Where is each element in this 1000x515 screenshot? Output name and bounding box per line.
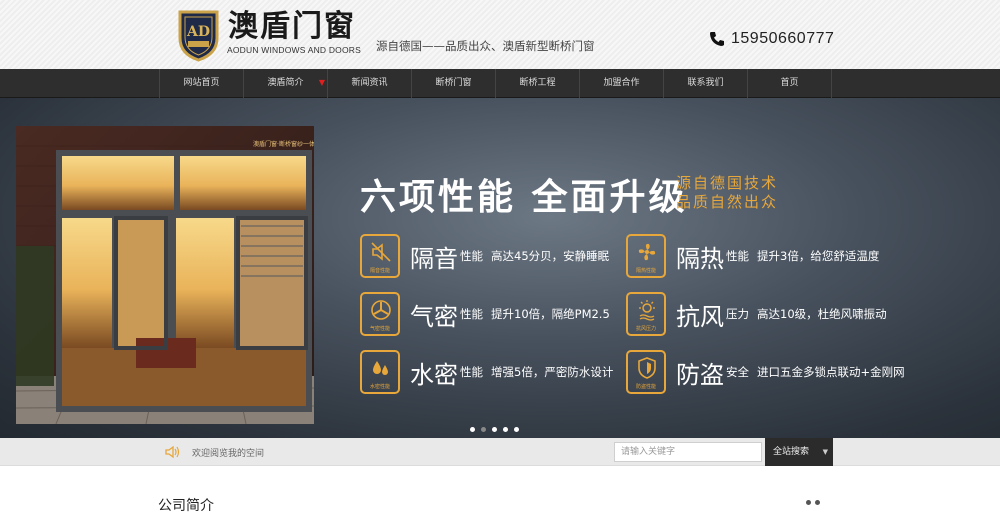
hero-banner[interactable]: 澳盾门窗·断桥窗纱一体 六项性能 全面升级 源自德国技术 品质自然出众 隔音性能… [0,98,1000,438]
carousel-dot-active[interactable] [481,427,486,432]
window-product-photo: 澳盾门窗·断桥窗纱一体 [16,126,314,424]
fan-icon: 隔热性能 [626,234,666,278]
carousel-dot[interactable] [503,427,508,432]
svg-text:AD: AD [186,24,210,40]
section-more-icons [806,500,824,505]
feature-heat-insulation: 隔热性能 隔热 性能 提升3倍，给您舒适温度 [626,234,879,278]
nav-item-contact[interactable]: 联系我们 [664,69,748,98]
site-header: AD 澳盾门窗 AODUN WINDOWS AND DOORS 源自德国——品质… [0,0,1000,69]
mute-icon: 隔音性能 [360,234,400,278]
section-title-company-intro: 公司简介 [158,498,214,514]
feature-watertight: 水密性能 水密 性能 增强5倍，严密防水设计 [360,350,613,394]
phone-contact: 15950660777 [708,30,834,48]
sun-wind-icon: 抗风压力 [626,292,666,336]
notice-bar: 欢迎阅览我的空间 [0,438,1000,466]
more-dot-icon[interactable] [815,500,820,505]
carousel-dot[interactable] [470,427,475,432]
speaker-icon [165,445,180,459]
nav-item-index[interactable]: 首页 [748,69,832,98]
photo-caption: 澳盾门窗·断桥窗纱一体 [253,140,314,148]
feature-soundproof: 隔音性能 隔音 性能 高达45分贝，安静睡眠 [360,234,609,278]
header-slogan: 源自德国——品质出众、澳盾新型断桥门窗 [376,39,595,53]
notice-text[interactable]: 欢迎阅览我的空间 [192,446,264,459]
phone-icon [710,32,724,46]
logo-text[interactable]: 澳盾门窗 [228,10,356,44]
nav-item-news[interactable]: 新闻资讯 [328,69,412,98]
banner-headline: 六项性能 全面升级 [360,177,688,218]
search-button[interactable]: 全站搜索 ▼ [765,438,833,466]
dropdown-arrow-icon: ▼ [822,448,828,456]
nav-item-home[interactable]: 网站首页 [160,69,244,98]
logo-badge-icon[interactable]: AD [176,8,221,62]
carousel-dot[interactable] [514,427,519,432]
carousel-pagination [470,427,525,432]
more-dot-icon[interactable] [806,500,811,505]
search-input[interactable]: 请输入关键字 [614,442,762,462]
feature-wind-resistance: 抗风压力 抗风 压力 高达10级，杜绝风啸振动 [626,292,887,336]
nav-item-franchise[interactable]: 加盟合作 [580,69,664,98]
air-icon: 气密性能 [360,292,400,336]
main-nav: 网站首页 澳盾简介 ▼ 新闻资讯 断桥门窗 断桥工程 加盟合作 联系我们 首页 [0,69,1000,98]
nav-item-windows[interactable]: 断桥门窗 [412,69,496,98]
phone-number: 15950660777 [731,30,835,47]
water-drop-icon: 水密性能 [360,350,400,394]
nav-item-about[interactable]: 澳盾简介 ▼ [244,69,328,98]
banner-subheadline: 源自德国技术 品质自然出众 [676,174,779,211]
feature-anti-theft: 防盗性能 防盗 安全 进口五金多锁点联动+金刚网 [626,350,905,394]
shield-icon: 防盗性能 [626,350,666,394]
nav-item-projects[interactable]: 断桥工程 [496,69,580,98]
feature-airtight: 气密性能 气密 性能 提升10倍，隔绝PM2.5 [360,292,610,336]
dropdown-arrow-icon: ▼ [318,78,325,87]
logo-english-text: AODUN WINDOWS AND DOORS [227,45,361,55]
carousel-dot[interactable] [492,427,497,432]
